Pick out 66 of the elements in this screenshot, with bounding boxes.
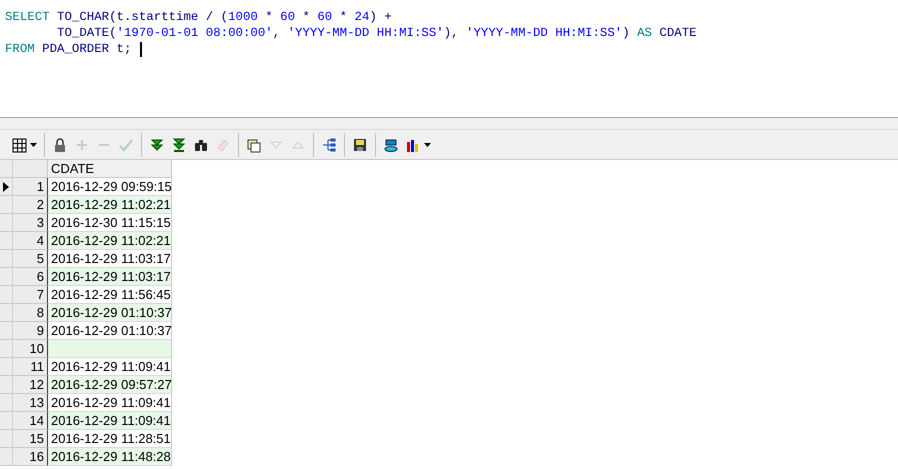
eraser-icon [215, 136, 231, 152]
sql-token: CDATE [658, 25, 697, 41]
table-cell: 2016-12-30 11:15:15 [48, 214, 172, 232]
sql-token: PDA_ORDER t; [41, 41, 132, 57]
table-cell: 2016-12-29 01:10:37 [48, 304, 172, 322]
row-indicator[interactable] [0, 178, 13, 196]
row-pointer-icon [3, 182, 9, 192]
table-cell: 2016-12-29 11:09:41 [48, 412, 172, 430]
sql-token: , [272, 25, 282, 41]
table-cell: 2016-12-29 09:57:27 [48, 376, 172, 394]
table-cell: 2016-12-29 11:03:17 [48, 250, 172, 268]
check-icon [118, 136, 134, 152]
table-cell: 2016-12-29 11:02:21 [48, 196, 172, 214]
row-number: 4 [13, 232, 48, 250]
sql-token: TO_DATE( [56, 25, 117, 41]
row-number: 7 [13, 286, 48, 304]
tree-icon [321, 136, 337, 152]
sql-token: AS [637, 25, 652, 41]
table-cell: 2016-12-29 11:03:17 [48, 268, 172, 286]
table-cell: 2016-12-29 11:09:41 [48, 394, 172, 412]
grid-icon [11, 136, 27, 152]
table-cell: 2016-12-29 11:56:45 [48, 286, 172, 304]
sql-token: ) + [369, 9, 392, 25]
row-number: 16 [13, 448, 48, 466]
row-number: 13 [13, 394, 48, 412]
sql-token: 60 [280, 9, 296, 25]
table-cell: 2016-12-29 11:48:28 [48, 448, 172, 466]
row-number: 6 [13, 268, 48, 286]
row-number: 2 [13, 196, 48, 214]
double-down-arrow-icon [149, 136, 165, 152]
minus-icon [99, 144, 109, 146]
row-number: 14 [13, 412, 48, 430]
sql-token: * [338, 9, 348, 25]
sql-token: 'YYYY-MM-DD HH:MI:SS' [466, 25, 622, 41]
row-number: 11 [13, 358, 48, 376]
sql-token: '1970-01-01 08:00:00' [116, 25, 273, 41]
table-cell: 2016-12-29 09:59:15 [48, 178, 172, 196]
down-to-bar-icon [171, 136, 187, 152]
text-cursor [140, 42, 142, 56]
row-number: 8 [13, 304, 48, 322]
sql-token: * [301, 9, 311, 25]
row-number: 12 [13, 376, 48, 394]
column-header[interactable]: CDATE [48, 160, 172, 178]
database-icon [383, 136, 399, 152]
sql-token: 'YYYY-MM-DD HH:MI:SS' [288, 25, 444, 41]
sql-token: 24 [354, 9, 370, 25]
documents-icon [246, 136, 262, 152]
row-number: 1 [13, 178, 48, 196]
sql-token: ) [622, 25, 631, 41]
sql-token: * [264, 9, 274, 25]
sql-token: 60 [317, 9, 332, 25]
sql-token: 1000 [228, 9, 258, 25]
table-cell: 2016-12-29 01:10:37 [48, 322, 172, 340]
lock-icon [52, 136, 68, 152]
row-number: 3 [13, 214, 48, 232]
table-cell: 2016-12-29 11:09:41 [48, 358, 172, 376]
sql-token: TO_CHAR(t.starttime / ( [56, 9, 228, 25]
sql-token: FROM [5, 41, 35, 57]
table-cell: 2016-12-29 11:02:21 [48, 232, 172, 250]
row-number: 9 [13, 322, 48, 340]
row-number: 5 [13, 250, 48, 268]
sql-token: ), [444, 25, 460, 41]
table-cell: 2016-12-29 11:28:51 [48, 430, 172, 448]
row-number: 15 [13, 430, 48, 448]
sql-token: SELECT [5, 9, 50, 25]
row-number: 10 [13, 340, 48, 358]
